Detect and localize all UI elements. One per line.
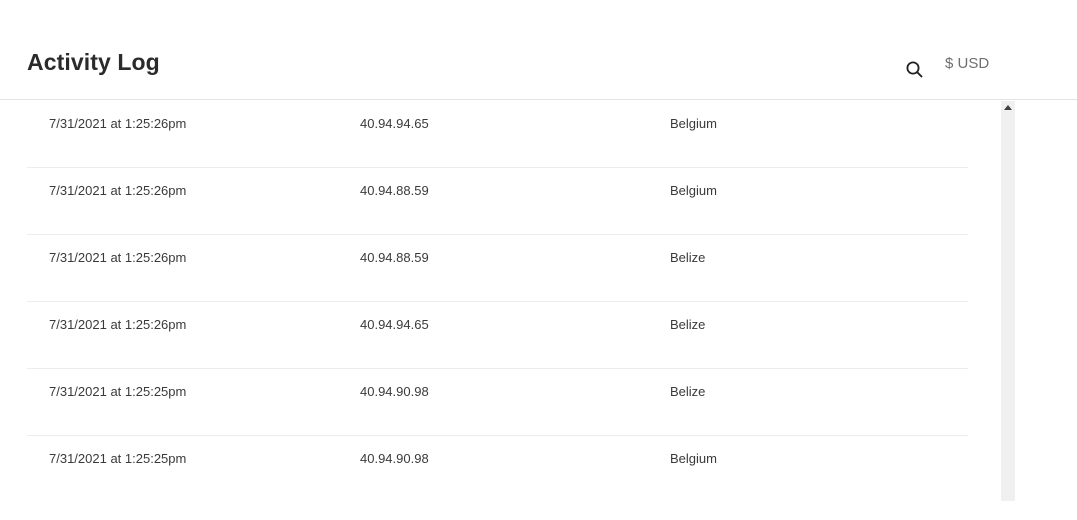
table-row: 7/31/2021 at 1:25:25pm 40.94.90.98 Belgi…	[27, 436, 968, 501]
table-row: 7/31/2021 at 1:25:26pm 40.94.94.65 Beliz…	[27, 302, 968, 369]
page-title: Activity Log	[27, 49, 160, 75]
search-button[interactable]	[902, 57, 926, 81]
table-row: 7/31/2021 at 1:25:26pm 40.94.88.59 Beliz…	[27, 235, 968, 302]
row-ip: 40.94.88.59	[360, 183, 429, 198]
currency-selector[interactable]: $ USD	[945, 55, 989, 73]
row-country: Belize	[670, 384, 706, 399]
activity-list: 7/31/2021 at 1:25:26pm 40.94.94.65 Belgi…	[27, 101, 968, 501]
table-row: 7/31/2021 at 1:25:26pm 40.94.94.65 Belgi…	[27, 101, 968, 168]
row-country: Belize	[670, 250, 706, 265]
row-ip: 40.94.90.98	[360, 384, 429, 399]
vertical-scrollbar[interactable]	[1001, 101, 1015, 501]
row-country: Belgium	[670, 116, 717, 131]
search-icon	[906, 61, 923, 78]
activity-log-page: Activity Log $ USD 7/31/2021 at 1:25:26p…	[0, 0, 1077, 520]
row-ip: 40.94.94.65	[360, 116, 429, 131]
page-header: Activity Log $ USD	[0, 0, 1077, 100]
row-date: 7/31/2021 at 1:25:26pm	[49, 116, 187, 131]
row-ip: 40.94.90.98	[360, 451, 429, 466]
row-date: 7/31/2021 at 1:25:25pm	[49, 451, 187, 466]
row-date: 7/31/2021 at 1:25:26pm	[49, 250, 187, 265]
row-ip: 40.94.94.65	[360, 317, 429, 332]
scroll-up-arrow-icon[interactable]	[1004, 105, 1012, 110]
activity-list-container: 7/31/2021 at 1:25:26pm 40.94.94.65 Belgi…	[0, 101, 1015, 501]
table-row: 7/31/2021 at 1:25:26pm 40.94.88.59 Belgi…	[27, 168, 968, 235]
row-ip: 40.94.88.59	[360, 250, 429, 265]
table-row: 7/31/2021 at 1:25:25pm 40.94.90.98 Beliz…	[27, 369, 968, 436]
row-date: 7/31/2021 at 1:25:26pm	[49, 317, 187, 332]
row-country: Belgium	[670, 183, 717, 198]
row-country: Belgium	[670, 451, 717, 466]
row-date: 7/31/2021 at 1:25:25pm	[49, 384, 187, 399]
row-date: 7/31/2021 at 1:25:26pm	[49, 183, 187, 198]
row-country: Belize	[670, 317, 706, 332]
